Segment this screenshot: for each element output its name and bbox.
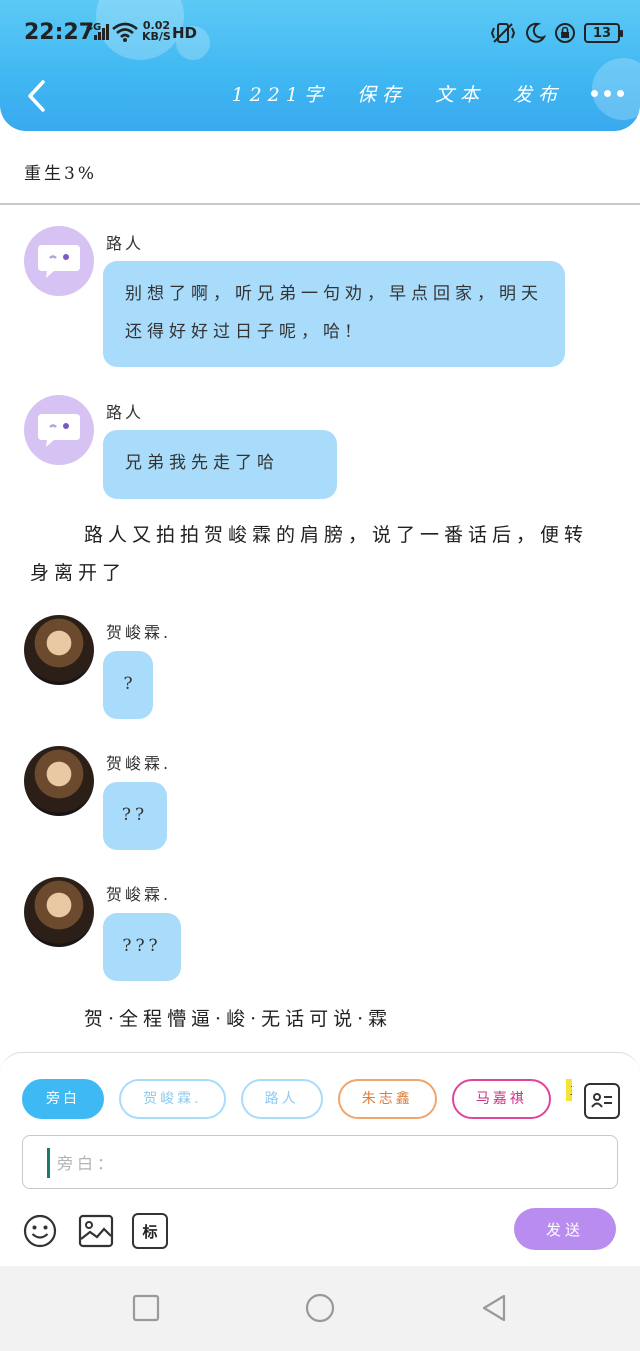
sender-name: 贺峻霖. [106, 623, 172, 642]
status-icons: 13 [490, 20, 623, 46]
message-bubble[interactable]: ??? [103, 913, 181, 981]
avatar[interactable] [24, 395, 94, 465]
back-triangle-icon[interactable] [478, 1292, 510, 1324]
character-chip[interactable]: 马嘉祺 [451, 1079, 551, 1119]
hd-indicator: HD [172, 24, 198, 42]
more-dots-icon[interactable] [591, 90, 624, 97]
character-chip[interactable]: 贺峻霖. [119, 1079, 226, 1119]
moon-icon [526, 22, 546, 43]
status-bar: 22:27 4G 0.02 KB/S HD 13 [0, 0, 640, 64]
chat-bubble-avatar-icon [38, 245, 80, 278]
contact-card-button[interactable] [584, 1083, 620, 1119]
image-icon [78, 1214, 114, 1248]
editor-nav: 1221字 保存 文本 发布 [0, 70, 640, 126]
emoji-icon [23, 1214, 57, 1248]
character-selector: 旁白 贺峻霖. 路人 朱志鑫 马嘉祺 主 宋 [22, 1079, 572, 1121]
speed-unit: KB/S [142, 30, 171, 43]
vibrate-icon [490, 23, 516, 43]
image-button[interactable] [78, 1213, 114, 1249]
status-time: 22:27 [24, 20, 95, 45]
emoji-button[interactable] [22, 1213, 58, 1249]
chat-bubble-avatar-icon [38, 414, 80, 447]
lock-rotate-icon [555, 23, 575, 43]
character-chip[interactable]: 朱志鑫 [337, 1079, 437, 1119]
text-cursor [47, 1148, 50, 1178]
back-button[interactable] [18, 76, 54, 116]
character-chip[interactable]: 旁白 [22, 1079, 104, 1119]
avatar[interactable] [24, 615, 94, 685]
character-chip[interactable]: 路人 [240, 1079, 323, 1119]
sender-name: 路人 [106, 403, 145, 422]
message-bubble[interactable]: 兄弟我先走了哈 [103, 430, 337, 499]
sender-name: 贺峻霖. [106, 885, 172, 904]
chevron-left-icon [28, 80, 45, 112]
text-button[interactable]: 文本 [435, 80, 485, 107]
avatar[interactable] [24, 877, 94, 947]
nav-actions: 1221字 保存 文本 发布 [232, 80, 624, 107]
avatar[interactable] [24, 226, 94, 296]
avatar[interactable] [24, 746, 94, 816]
tag-button[interactable]: 标 [132, 1213, 168, 1249]
sender-name: 路人 [106, 234, 145, 253]
recent-apps-icon[interactable] [130, 1292, 162, 1324]
message-bubble[interactable]: 别想了啊，听兄弟一句劝，早点回家，明天还得好好过日子呢，哈! [103, 261, 565, 367]
home-icon[interactable] [304, 1292, 336, 1324]
network-speed: 0.02 KB/S [142, 20, 171, 42]
battery-icon: 13 [584, 23, 623, 43]
app-header: 22:27 4G 0.02 KB/S HD 13 1221字 保存 文本 发布 [0, 0, 640, 131]
input-panel: 旁白 贺峻霖. 路人 朱志鑫 马嘉祺 主 宋 标 [0, 1052, 640, 1266]
system-nav-bar [0, 1266, 640, 1351]
send-button[interactable]: 发送 [514, 1208, 616, 1250]
narration-text[interactable]: 路人又拍拍贺峻霖的肩膀，说了一番话后，便转身离开了 [30, 516, 610, 592]
save-button[interactable]: 保存 [357, 80, 407, 107]
sender-name: 贺峻霖. [106, 754, 172, 773]
main-character-badge: 主 [565, 1079, 572, 1101]
message-bubble[interactable]: ?? [103, 782, 167, 850]
message-bubble[interactable]: ? [103, 651, 153, 719]
chapter-bar: 重生3% [0, 131, 640, 205]
narration-text[interactable]: 贺·全程懵逼·峻·无话可说·霖 [84, 1000, 604, 1038]
publish-button[interactable]: 发布 [513, 80, 563, 107]
wifi-icon [112, 22, 138, 42]
message-input-box[interactable] [22, 1135, 618, 1189]
signal-icon [94, 24, 109, 40]
word-count: 1221字 [231, 84, 329, 106]
message-input[interactable] [57, 1144, 597, 1182]
contact-card-icon [591, 1093, 612, 1108]
chapter-title[interactable]: 重生3% [24, 159, 97, 184]
